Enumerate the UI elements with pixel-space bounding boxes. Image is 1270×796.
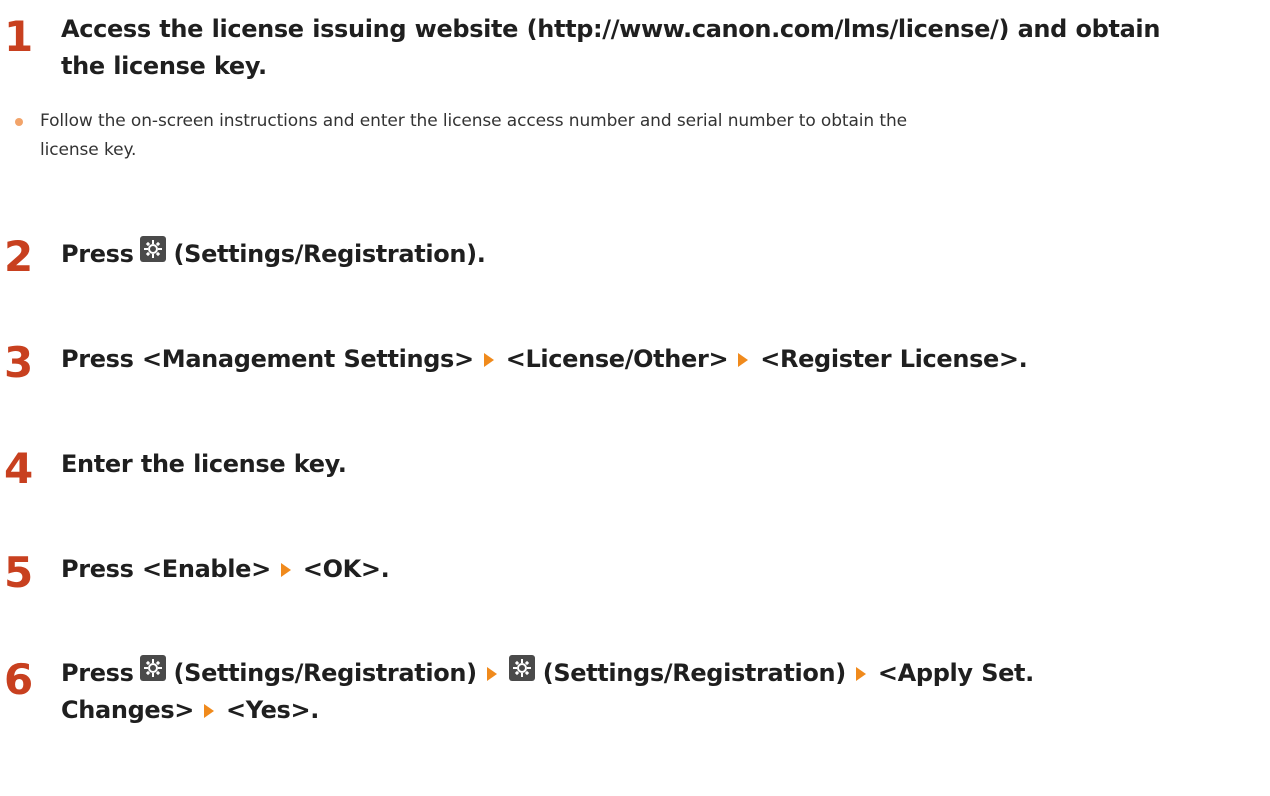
- step-line: Press (Settings/Registration) (Settings/Re…: [61, 655, 1261, 692]
- step-text: Enter the license key.: [61, 450, 347, 478]
- step-line: the license key.: [61, 52, 267, 80]
- menu-item: <License/Other>: [505, 345, 729, 373]
- menu-item: <OK>.: [302, 555, 390, 583]
- triangle-right-icon: [486, 667, 497, 681]
- step-text: Press <Enable> <OK>.: [61, 551, 1261, 588]
- triangle-right-icon: [204, 704, 215, 718]
- settings-label: (Settings/Registration): [173, 659, 478, 687]
- gear-icon: [139, 655, 166, 681]
- menu-item: Changes>: [61, 696, 195, 724]
- step-number: 1: [4, 12, 34, 61]
- triangle-right-icon: [738, 353, 749, 367]
- step-number: 3: [4, 338, 34, 387]
- step-line: Access the license issuing website (http…: [61, 15, 1161, 43]
- bullet-text: Follow the on-screen instructions and en…: [40, 107, 1255, 165]
- step-number: 2: [4, 232, 34, 281]
- step-number: 6: [4, 655, 34, 704]
- bullet-dot-icon: [15, 118, 23, 126]
- settings-label: (Settings/Registration): [542, 659, 847, 687]
- gear-icon: [508, 655, 535, 681]
- triangle-right-icon: [855, 667, 866, 681]
- menu-item: <Apply Set.: [877, 659, 1034, 687]
- menu-item: <Management Settings>: [142, 345, 474, 373]
- step-number: 5: [4, 548, 34, 597]
- step-text: Press <Management Settings> <License/Othe…: [61, 341, 1261, 378]
- press-text: Press: [61, 240, 134, 268]
- gear-icon: [139, 236, 166, 262]
- triangle-right-icon: [483, 353, 494, 367]
- settings-label: (Settings/Registration).: [173, 240, 486, 268]
- menu-item: <Yes>.: [226, 696, 320, 724]
- step-text: Access the license issuing website (http…: [61, 11, 1261, 85]
- step-number: 4: [4, 444, 34, 493]
- step-text: Press (Settings/Registration) (Settings/Re…: [61, 655, 1261, 729]
- bullet-line: Follow the on-screen instructions and en…: [40, 111, 907, 131]
- press-text: Press: [61, 555, 134, 583]
- bullet-line: license key.: [40, 140, 137, 160]
- menu-item: <Enable>: [142, 555, 271, 583]
- step-text: Press (Settings/Registration).: [61, 236, 1261, 273]
- press-text: Press: [61, 345, 134, 373]
- triangle-right-icon: [280, 563, 291, 577]
- press-text: Press: [61, 659, 134, 687]
- step-line: Changes> <Yes>.: [61, 692, 1261, 729]
- menu-item: <Register License>.: [760, 345, 1028, 373]
